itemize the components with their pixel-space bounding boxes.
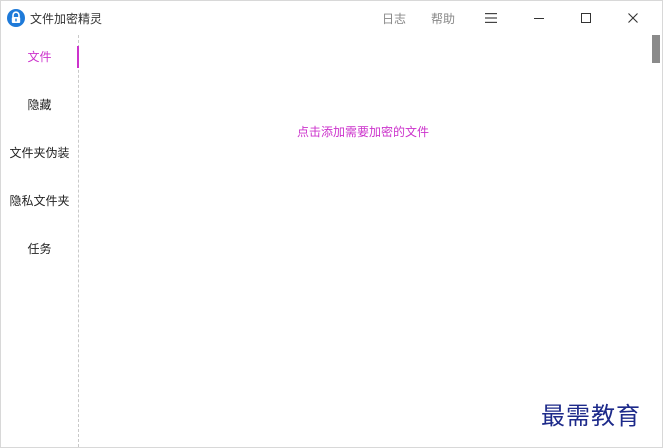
sidebar-nav: 文件 隐藏 文件夹伪装 隐私文件夹 任务 — [1, 35, 78, 447]
watermark-text: 最需教育 — [541, 402, 641, 430]
hamburger-menu-icon — [485, 13, 497, 23]
padlock-icon — [7, 9, 25, 27]
help-link[interactable]: 帮助 — [431, 11, 455, 27]
close-icon — [628, 13, 638, 23]
title-bar: 文件加密精灵 日志 帮助 — [1, 1, 662, 35]
vertical-scrollbar[interactable] — [651, 35, 662, 447]
sidebar-item-files[interactable]: 文件 — [1, 45, 78, 69]
sidebar-item-hide[interactable]: 隐藏 — [1, 93, 78, 117]
sidebar-item-tasks[interactable]: 任务 — [1, 237, 78, 261]
log-link[interactable]: 日志 — [382, 11, 406, 27]
app-title: 文件加密精灵 — [30, 12, 103, 26]
sidebar-item-private-folder[interactable]: 隐私文件夹 — [1, 189, 78, 213]
active-tab-indicator — [77, 46, 79, 68]
app-window: 文件加密精灵 日志 帮助 文件 隐藏 文件夹伪装 隐私文件夹 任务 点击添加需要… — [0, 0, 663, 448]
sidebar-divider — [78, 35, 79, 447]
close-button[interactable] — [615, 6, 651, 30]
menu-button[interactable] — [473, 6, 509, 30]
maximize-icon — [581, 13, 591, 23]
scrollbar-thumb[interactable] — [652, 35, 660, 63]
maximize-button[interactable] — [568, 6, 604, 30]
minimize-icon — [534, 18, 544, 19]
add-files-hint[interactable]: 点击添加需要加密的文件 — [297, 124, 429, 140]
minimize-button[interactable] — [521, 6, 557, 30]
file-drop-area[interactable] — [80, 35, 650, 447]
sidebar-item-folder-disguise[interactable]: 文件夹伪装 — [1, 141, 78, 165]
